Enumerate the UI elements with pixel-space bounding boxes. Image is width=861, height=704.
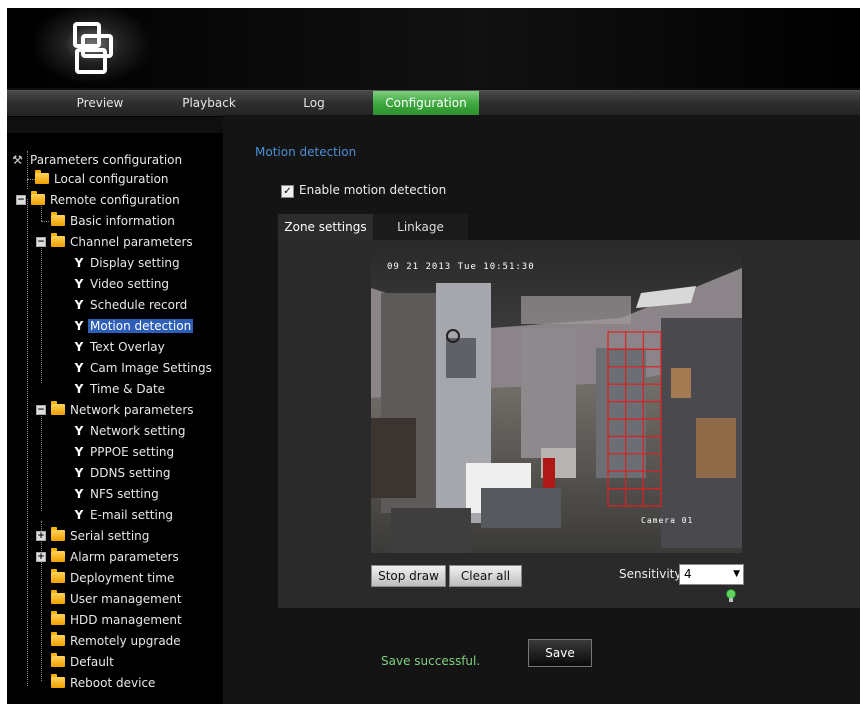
wrench-icon: Y [74,277,84,291]
collapse-icon[interactable]: − [36,237,46,247]
app-frame: Preview Playback Log Configuration ⚒ Para… [7,8,860,704]
expand-icon[interactable]: + [36,552,46,562]
status-message: Save successful. [381,654,481,668]
wrench-icon: Y [74,466,84,480]
folder-icon [51,653,65,667]
enable-motion-label: Enable motion detection [299,183,447,197]
brand-logo-icon [73,22,113,74]
wrench-icon: Y [74,382,84,396]
collapse-icon[interactable]: − [16,195,26,205]
tab-preview[interactable]: Preview [37,91,163,116]
save-button[interactable]: Save [528,639,592,667]
folder-icon [51,527,65,541]
tools-icon: ⚒ [12,153,23,167]
motion-zone-grid[interactable] [371,248,742,553]
sensitivity-value: 4 [684,567,692,581]
sensitivity-select[interactable]: 4 ▼ [679,564,744,585]
tab-configuration[interactable]: Configuration [373,91,479,116]
folder-icon [51,632,65,646]
main-nav: Preview Playback Log Configuration [7,90,860,117]
tab-log[interactable]: Log [255,91,373,116]
tree-item-remotely-upgrade[interactable]: Remotely upgrade [51,632,183,650]
video-camera-label: Camera 01 [641,516,694,525]
folder-icon [35,170,49,184]
tree-item-pppoe-setting[interactable]: Y PPPOE setting [73,443,176,461]
wrench-icon: Y [74,298,84,312]
tree-item-user-management[interactable]: User management [51,590,184,608]
wrench-icon: Y [74,508,84,522]
tree-item-email-setting[interactable]: Y E-mail setting [73,506,175,524]
tree-item-video-setting[interactable]: Y Video setting [73,275,171,293]
folder-icon [51,401,65,415]
camera-preview[interactable]: 09 21 2013 Tue 10:51:30 Camera 01 [371,248,742,553]
tree-item-nfs-setting[interactable]: Y NFS setting [73,485,161,503]
wrench-icon: Y [74,340,84,354]
tree-item-hdd-management[interactable]: HDD management [51,611,184,629]
tab-zone-settings[interactable]: Zone settings [278,214,373,240]
tree-item-time-date[interactable]: Y Time & Date [73,380,167,398]
expand-icon[interactable]: + [36,531,46,541]
tree-root[interactable]: ⚒ Parameters configuration [12,151,184,169]
folder-icon [51,212,65,226]
page-title: Motion detection [255,145,357,159]
video-timestamp: 09 21 2013 Tue 10:51:30 [387,262,535,272]
tree-item-schedule-record[interactable]: Y Schedule record [73,296,189,314]
header [7,8,860,88]
tree-item-display-setting[interactable]: Y Display setting [73,254,182,272]
wrench-icon: Y [74,487,84,501]
tree-item-network-parameters[interactable]: Network parameters [51,401,196,419]
enable-motion-checkbox[interactable]: ✓ [281,185,294,198]
folder-icon [51,569,65,583]
tree-item-reboot-device[interactable]: Reboot device [51,674,157,692]
tree-item-deployment-time[interactable]: Deployment time [51,569,176,587]
wrench-icon: Y [74,319,84,333]
main-content: Motion detection ✓ Enable motion detecti… [223,115,860,704]
tree-item-motion-detection[interactable]: Y Motion detection [73,317,194,335]
stop-draw-button[interactable]: Stop draw [371,565,446,587]
clear-all-button[interactable]: Clear all [449,565,522,587]
wrench-icon: Y [74,424,84,438]
folder-icon [31,191,45,205]
collapse-icon[interactable]: − [36,405,46,415]
folder-icon [51,674,65,688]
tree-item-local-configuration[interactable]: Local configuration [35,170,171,188]
wrench-icon: Y [74,256,84,270]
config-tree: ⚒ Parameters configuration Local configur… [7,133,223,704]
folder-icon [51,590,65,604]
folder-icon [51,233,65,247]
tree-item-channel-parameters[interactable]: Channel parameters [51,233,195,251]
tab-linkage[interactable]: Linkage [373,214,468,240]
tree-item-ddns-setting[interactable]: Y DDNS setting [73,464,173,482]
folder-icon [51,548,65,562]
tree-item-text-overlay[interactable]: Y Text Overlay [73,338,167,356]
tree-item-cam-image-settings[interactable]: Y Cam Image Settings [73,359,214,377]
tree-item-default[interactable]: Default [51,653,116,671]
sensitivity-label: Sensitivity: [619,567,685,581]
lightbulb-icon[interactable] [726,589,736,603]
tab-playback[interactable]: Playback [163,91,255,116]
tree-item-serial-setting[interactable]: Serial setting [51,527,151,545]
tree-item-network-setting[interactable]: Y Network setting [73,422,188,440]
folder-icon [51,611,65,625]
tree-item-alarm-parameters[interactable]: Alarm parameters [51,548,181,566]
wrench-icon: Y [74,361,84,375]
chevron-down-icon: ▼ [733,569,740,579]
tree-item-remote-configuration[interactable]: Remote configuration [31,191,182,209]
tree-item-basic-information[interactable]: Basic information [51,212,177,230]
wrench-icon: Y [74,445,84,459]
